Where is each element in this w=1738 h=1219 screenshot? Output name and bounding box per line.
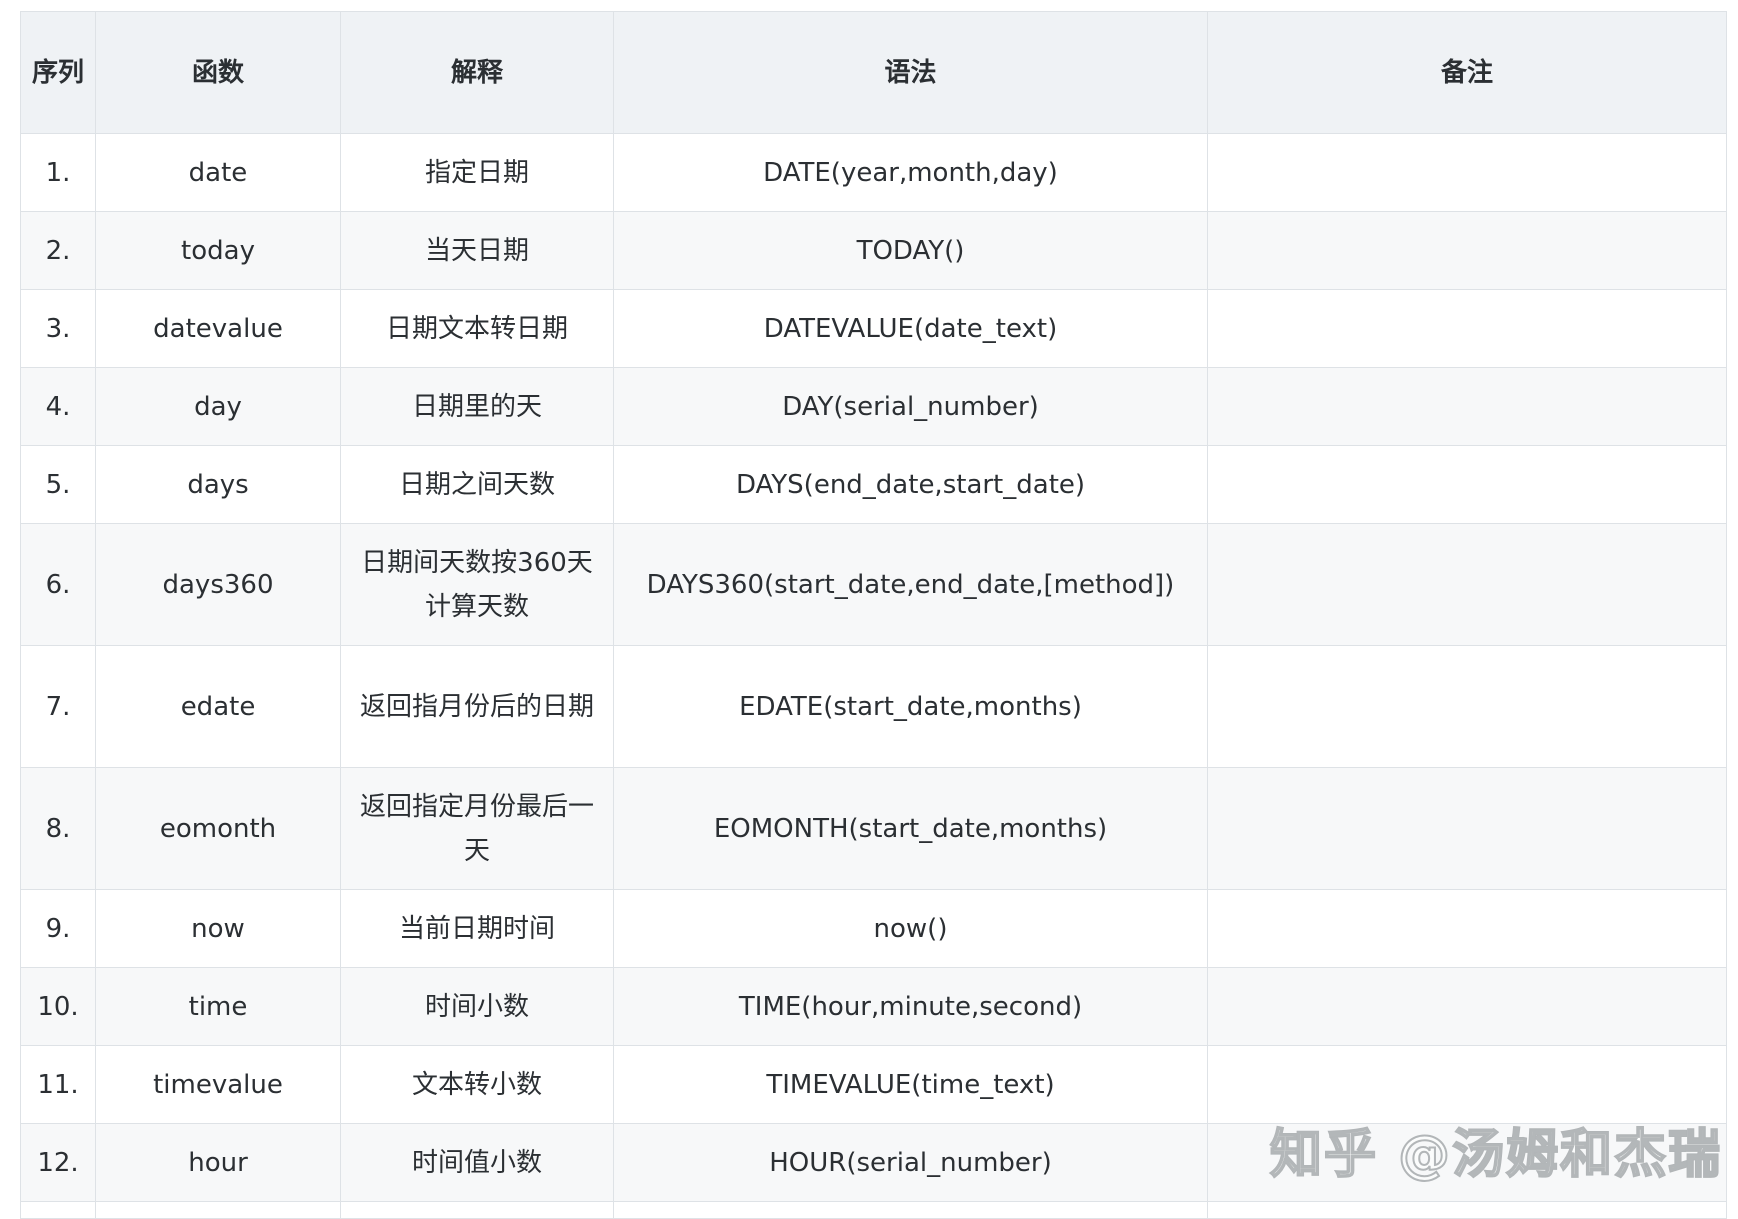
cell-index: 2. <box>20 211 96 290</box>
cell-description: 文本转小数 <box>340 1045 614 1124</box>
cell-description: 指定日期 <box>340 133 614 212</box>
table-row: 7. edate 返回指月份后的日期 EDATE(start_date,mont… <box>20 645 1727 768</box>
cell-notes <box>1207 645 1727 768</box>
cell-index: 4. <box>20 367 96 446</box>
cell-description: 日期间天数按360天计算天数 <box>340 523 614 646</box>
cell-notes <box>1207 967 1727 1046</box>
cell-function: day <box>95 367 341 446</box>
cell-notes <box>1207 133 1727 212</box>
header-index: 序列 <box>20 11 96 134</box>
cell-syntax: TODAY() <box>613 211 1208 290</box>
cell-function: time <box>95 967 341 1046</box>
cell-syntax: TIME(hour,minute,second) <box>613 967 1208 1046</box>
cell-syntax: DATE(year,month,day) <box>613 133 1208 212</box>
cell-index: 6. <box>20 523 96 646</box>
cell-syntax: DAYS(end_date,start_date) <box>613 445 1208 524</box>
cell-description: 日期之间天数 <box>340 445 614 524</box>
cell-index: 7. <box>20 645 96 768</box>
table-row: 2. today 当天日期 TODAY() <box>20 211 1727 290</box>
watermark: 知乎 @汤姆和杰瑞 <box>1269 1124 1723 1186</box>
cell-function: now <box>95 889 341 968</box>
cell-index: 5. <box>20 445 96 524</box>
cell-index: 12. <box>20 1123 96 1202</box>
cell-index: 11. <box>20 1045 96 1124</box>
table-row-cutoff <box>20 1201 1727 1219</box>
header-description: 解释 <box>340 11 614 134</box>
table-row: 4. day 日期里的天 DAY(serial_number) <box>20 367 1727 446</box>
table-row: 5. days 日期之间天数 DAYS(end_date,start_date) <box>20 445 1727 524</box>
cell-function: edate <box>95 645 341 768</box>
cell-function: date <box>95 133 341 212</box>
table-row: 9. now 当前日期时间 now() <box>20 889 1727 968</box>
cell-description: 当前日期时间 <box>340 889 614 968</box>
cell-description: 时间小数 <box>340 967 614 1046</box>
cell-description: 时间值小数 <box>340 1123 614 1202</box>
cell-empty <box>95 1201 341 1219</box>
cell-syntax: EDATE(start_date,months) <box>613 645 1208 768</box>
cell-syntax: DATEVALUE(date_text) <box>613 289 1208 368</box>
cell-function: timevalue <box>95 1045 341 1124</box>
cell-index: 1. <box>20 133 96 212</box>
header-notes: 备注 <box>1207 11 1727 134</box>
cell-notes <box>1207 445 1727 524</box>
table-row: 1. date 指定日期 DATE(year,month,day) <box>20 133 1727 212</box>
cell-index: 9. <box>20 889 96 968</box>
cell-notes <box>1207 289 1727 368</box>
cell-notes <box>1207 767 1727 890</box>
cell-index: 3. <box>20 289 96 368</box>
cell-syntax: DAY(serial_number) <box>613 367 1208 446</box>
date-functions-table: 序列 函数 解释 语法 备注 1. date 指定日期 DATE(year,mo… <box>20 11 1727 1219</box>
cell-function: datevalue <box>95 289 341 368</box>
cell-description: 日期里的天 <box>340 367 614 446</box>
cell-description: 当天日期 <box>340 211 614 290</box>
cell-function: hour <box>95 1123 341 1202</box>
cell-syntax: HOUR(serial_number) <box>613 1123 1208 1202</box>
cell-function: days <box>95 445 341 524</box>
cell-syntax: TIMEVALUE(time_text) <box>613 1045 1208 1124</box>
table-row: 6. days360 日期间天数按360天计算天数 DAYS360(start_… <box>20 523 1727 646</box>
cell-syntax: DAYS360(start_date,end_date,[method]) <box>613 523 1208 646</box>
cell-empty <box>340 1201 614 1219</box>
cell-syntax: now() <box>613 889 1208 968</box>
cell-function: eomonth <box>95 767 341 890</box>
functions-table-container: 序列 函数 解释 语法 备注 1. date 指定日期 DATE(year,mo… <box>20 11 1727 1219</box>
cell-notes <box>1207 523 1727 646</box>
table-header-row: 序列 函数 解释 语法 备注 <box>20 11 1727 134</box>
cell-function: days360 <box>95 523 341 646</box>
cell-syntax: EOMONTH(start_date,months) <box>613 767 1208 890</box>
cell-empty <box>613 1201 1208 1219</box>
cell-notes <box>1207 889 1727 968</box>
table-row: 10. time 时间小数 TIME(hour,minute,second) <box>20 967 1727 1046</box>
cell-empty <box>20 1201 96 1219</box>
cell-description: 返回指定月份最后一天 <box>340 767 614 890</box>
cell-index: 10. <box>20 967 96 1046</box>
cell-empty <box>1207 1201 1727 1219</box>
header-syntax: 语法 <box>613 11 1208 134</box>
cell-index: 8. <box>20 767 96 890</box>
table-row: 8. eomonth 返回指定月份最后一天 EOMONTH(start_date… <box>20 767 1727 890</box>
header-function: 函数 <box>95 11 341 134</box>
cell-function: today <box>95 211 341 290</box>
table-row: 3. datevalue 日期文本转日期 DATEVALUE(date_text… <box>20 289 1727 368</box>
cell-description: 返回指月份后的日期 <box>340 645 614 768</box>
cell-notes <box>1207 211 1727 290</box>
cell-description: 日期文本转日期 <box>340 289 614 368</box>
cell-notes <box>1207 367 1727 446</box>
